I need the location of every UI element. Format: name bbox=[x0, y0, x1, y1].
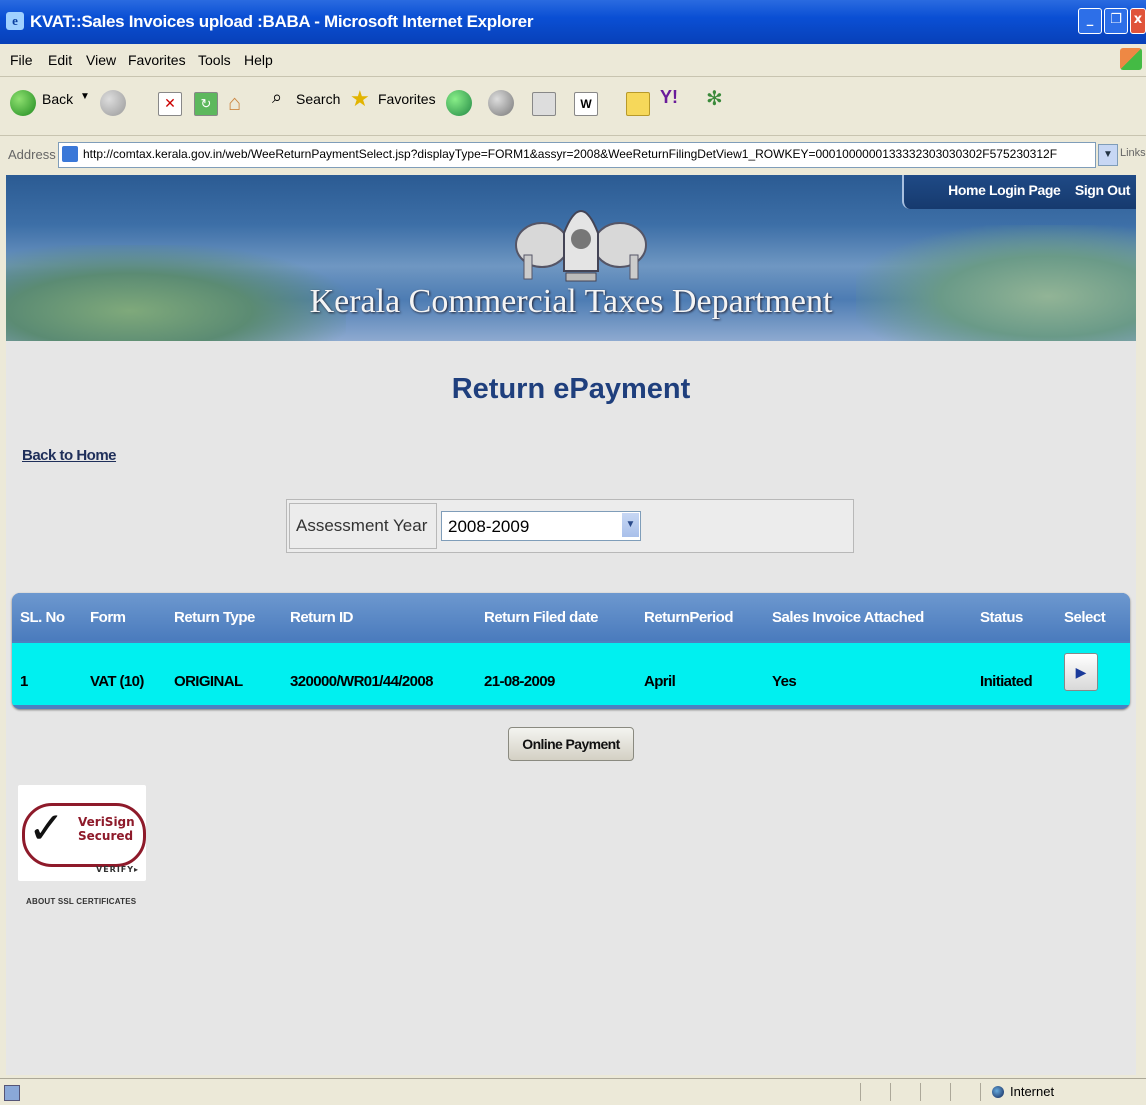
verisign-text: VeriSign Secured bbox=[78, 815, 135, 843]
cell-invoice-attached: Yes bbox=[772, 673, 797, 690]
col-form: Form bbox=[90, 609, 126, 626]
window-title-bar: e KVAT::Sales Invoices upload :BABA - Mi… bbox=[0, 0, 1146, 44]
page-content: Kerala Commercial Taxes Department Home … bbox=[6, 175, 1136, 1075]
table-header: SL. No Form Return Type Return ID Return… bbox=[12, 593, 1130, 641]
links-label[interactable]: Links bbox=[1120, 147, 1146, 159]
history-icon[interactable] bbox=[446, 90, 472, 116]
verisign-line1: VeriSign bbox=[78, 815, 135, 829]
col-return-period: ReturnPeriod bbox=[644, 609, 734, 626]
folder-icon[interactable] bbox=[626, 92, 650, 116]
yahoo-icon[interactable]: Y! bbox=[660, 87, 678, 108]
status-divider bbox=[860, 1083, 861, 1101]
page-title: Return ePayment bbox=[451, 373, 691, 405]
browser-toolbar: Back ▼ ✕ ↻ ⌂ ⌕ Search ★ Favorites W Y! ✻ bbox=[0, 77, 1146, 136]
checkmark-icon: ✓ bbox=[28, 803, 65, 854]
print-icon[interactable] bbox=[532, 92, 556, 116]
returns-table: SL. No Form Return Type Return ID Return… bbox=[12, 593, 1130, 709]
word-edit-icon[interactable]: W bbox=[574, 92, 598, 116]
kerala-emblem-icon bbox=[515, 210, 647, 282]
home-login-page-link[interactable]: Home Login Page bbox=[948, 182, 1061, 198]
back-arrow-icon[interactable] bbox=[10, 90, 36, 116]
back-button[interactable]: Back bbox=[42, 91, 73, 107]
window-title: KVAT::Sales Invoices upload :BABA - Micr… bbox=[30, 12, 534, 31]
status-divider bbox=[950, 1083, 951, 1101]
home-icon[interactable]: ⌂ bbox=[228, 92, 250, 114]
menu-favorites[interactable]: Favorites bbox=[128, 52, 186, 68]
select-row-button[interactable]: ▶ bbox=[1064, 653, 1098, 691]
online-payment-button[interactable]: Online Payment bbox=[508, 727, 634, 761]
forward-arrow-icon[interactable] bbox=[100, 90, 126, 116]
menu-edit[interactable]: Edit bbox=[48, 52, 72, 68]
address-label: Address bbox=[8, 147, 56, 162]
back-dropdown-icon[interactable]: ▼ bbox=[80, 91, 90, 102]
window-controls: _ ❐ x bbox=[1076, 8, 1146, 34]
assessment-year-label: Assessment Year bbox=[289, 503, 437, 549]
col-select: Select bbox=[1064, 609, 1106, 626]
address-bar: Address http://comtax.kerala.gov.in/web/… bbox=[0, 136, 1146, 174]
assessment-year-panel: Assessment Year 2008-2009 ▼ bbox=[286, 499, 854, 553]
assessment-year-select[interactable]: 2008-2009 ▼ bbox=[441, 511, 641, 541]
col-return-filed-date: Return Filed date bbox=[484, 609, 599, 626]
verify-text: VERIFY▸ bbox=[96, 865, 140, 874]
col-status: Status bbox=[980, 609, 1023, 626]
minimize-icon[interactable]: _ bbox=[1078, 8, 1102, 34]
sign-out-link[interactable]: Sign Out bbox=[1075, 182, 1131, 198]
department-title: Kerala Commercial Taxes Department bbox=[309, 283, 833, 320]
verisign-badge[interactable]: ✓ VeriSign Secured VERIFY▸ bbox=[18, 785, 146, 881]
menu-bar: File Edit View Favorites Tools Help bbox=[0, 44, 1146, 77]
mail-icon[interactable] bbox=[488, 90, 514, 116]
col-sl-no: SL. No bbox=[20, 609, 65, 626]
col-return-id: Return ID bbox=[290, 609, 354, 626]
messenger-icon[interactable]: ✻ bbox=[706, 86, 723, 111]
page-icon bbox=[62, 146, 78, 162]
maximize-icon[interactable]: ❐ bbox=[1104, 8, 1128, 34]
address-dropdown-icon[interactable]: ▼ bbox=[1098, 144, 1118, 166]
cell-return-type: ORIGINAL bbox=[174, 673, 243, 690]
top-navigation: Home Login Page Sign Out bbox=[902, 175, 1136, 209]
close-icon[interactable]: x bbox=[1130, 8, 1146, 34]
address-url[interactable]: http://comtax.kerala.gov.in/web/WeeRetur… bbox=[83, 147, 1083, 161]
cell-status: Initiated bbox=[980, 673, 1033, 690]
search-icon: ⌕ bbox=[272, 87, 283, 107]
verisign-line2: Secured bbox=[78, 829, 134, 843]
assessment-year-value: 2008-2009 bbox=[448, 517, 530, 536]
status-divider bbox=[920, 1083, 921, 1101]
menu-help[interactable]: Help bbox=[244, 52, 273, 68]
windows-flag-icon bbox=[1120, 48, 1142, 70]
favorites-star-icon: ★ bbox=[350, 86, 370, 111]
ie-logo-icon: e bbox=[6, 12, 24, 30]
col-return-type: Return Type bbox=[174, 609, 255, 626]
menu-file[interactable]: File bbox=[10, 52, 33, 68]
col-sales-invoice-attached: Sales Invoice Attached bbox=[772, 609, 924, 626]
menu-view[interactable]: View bbox=[86, 52, 116, 68]
menu-tools[interactable]: Tools bbox=[198, 52, 231, 68]
address-input[interactable]: http://comtax.kerala.gov.in/web/WeeRetur… bbox=[58, 142, 1096, 168]
back-to-home-link[interactable]: Back to Home bbox=[22, 447, 117, 464]
cell-form: VAT (10) bbox=[90, 673, 144, 690]
status-bar: Internet bbox=[0, 1078, 1146, 1105]
status-divider bbox=[890, 1083, 891, 1101]
cell-filed-date: 21-08-2009 bbox=[484, 673, 555, 690]
chevron-down-icon[interactable]: ▼ bbox=[622, 513, 639, 537]
globe-icon bbox=[992, 1086, 1004, 1098]
stop-icon[interactable]: ✕ bbox=[158, 92, 182, 116]
ssl-certificates-link[interactable]: ABOUT SSL CERTIFICATES bbox=[26, 897, 136, 906]
search-button[interactable]: Search bbox=[296, 91, 340, 107]
favorites-button[interactable]: Favorites bbox=[378, 91, 436, 107]
refresh-icon[interactable]: ↻ bbox=[194, 92, 218, 116]
cell-return-id: 320000/WR01/44/2008 bbox=[290, 673, 433, 690]
page-status-icon bbox=[4, 1085, 20, 1101]
cell-sl-no: 1 bbox=[20, 673, 28, 690]
security-zone: Internet bbox=[1010, 1084, 1055, 1099]
department-banner: Kerala Commercial Taxes Department Home … bbox=[6, 175, 1136, 341]
table-row: 1 VAT (10) ORIGINAL 320000/WR01/44/2008 … bbox=[12, 643, 1130, 705]
status-divider bbox=[980, 1083, 981, 1101]
cell-period: April bbox=[644, 673, 676, 690]
